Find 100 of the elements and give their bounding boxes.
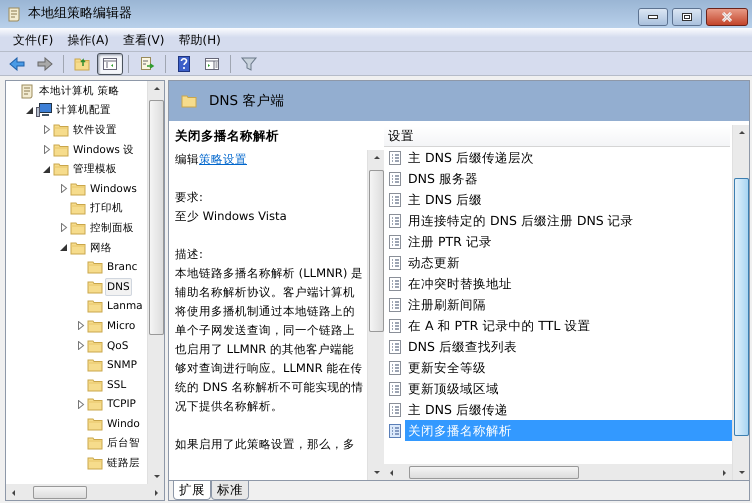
- scroll-right-icon: [153, 488, 160, 496]
- tree-item[interactable]: 链路层: [105, 454, 142, 472]
- setting-page-icon: [388, 212, 402, 228]
- vertical-scrollbar[interactable]: [732, 125, 749, 480]
- tree-item[interactable]: 本地计算机 策略: [37, 82, 122, 100]
- setting-item[interactable]: DNS 服务器: [405, 168, 732, 189]
- setting-item[interactable]: 在 A 和 PTR 记录中的 TTL 设置: [405, 315, 732, 336]
- setting-page-icon: [388, 234, 402, 250]
- scroll-up-icon: [372, 154, 380, 161]
- scrollbar-thumb[interactable]: [148, 100, 164, 335]
- horizontal-scrollbar[interactable]: [6, 484, 164, 500]
- tree-item[interactable]: Lanma: [105, 297, 145, 316]
- vertical-scrollbar[interactable]: [367, 150, 384, 480]
- view-tab[interactable]: 标准: [211, 481, 249, 500]
- setting-item[interactable]: 主 DNS 后缀传递层次: [405, 147, 732, 168]
- policy-scroll-icon: [19, 82, 35, 99]
- tree-item[interactable]: 控制面板: [88, 218, 136, 237]
- collapsed-arrow-icon[interactable]: [76, 341, 85, 350]
- setting-item[interactable]: 更新顶级域区域: [405, 378, 732, 399]
- setting-page-icon: [388, 338, 402, 354]
- tree-item[interactable]: 后台智: [105, 434, 142, 452]
- collapsed-arrow-icon[interactable]: [76, 400, 85, 409]
- expanded-arrow-icon[interactable]: [25, 106, 34, 115]
- folder-icon: [87, 376, 103, 393]
- policy-title: 关闭多播名称解析: [174, 127, 280, 145]
- collapsed-arrow-icon[interactable]: [42, 125, 51, 134]
- menu-item[interactable]: 操作(A): [60, 30, 116, 48]
- maximize-button[interactable]: [672, 8, 702, 26]
- tree-item[interactable]: SNMP: [105, 356, 139, 374]
- scrollbar-thumb[interactable]: [734, 178, 748, 436]
- setting-page-icon: [388, 192, 402, 208]
- menu-item[interactable]: 文件(F): [6, 30, 60, 48]
- tree-item[interactable]: 管理模板: [71, 160, 119, 178]
- folder-icon: [53, 161, 69, 178]
- pane-header-title: DNS 客户端: [209, 92, 284, 111]
- tree-item[interactable]: 打印机: [88, 199, 125, 218]
- folder-icon: [87, 278, 103, 295]
- scroll-up-icon: [152, 85, 160, 92]
- setting-page-icon: [388, 360, 402, 376]
- setting-item[interactable]: 主 DNS 后缀: [405, 189, 732, 210]
- tree-item[interactable]: TCPIP: [105, 395, 138, 414]
- setting-page-icon: [388, 422, 402, 438]
- export-list-icon: [139, 56, 155, 72]
- folder-icon: [87, 396, 103, 412]
- expanded-arrow-icon[interactable]: [59, 243, 68, 252]
- collapsed-arrow-icon[interactable]: [59, 184, 68, 194]
- setting-item[interactable]: DNS 后缀查找列表: [405, 336, 732, 357]
- minimize-icon: [648, 15, 658, 19]
- tree-item[interactable]: 软件设置: [71, 120, 119, 139]
- requirements-label: 要求:: [175, 188, 204, 206]
- description-label: 描述:: [175, 246, 204, 263]
- scroll-up-icon: [738, 129, 744, 136]
- toolbar-button[interactable]: [97, 52, 123, 74]
- setting-page-icon: [388, 150, 402, 166]
- collapsed-arrow-icon[interactable]: [76, 321, 85, 330]
- collapsed-arrow-icon[interactable]: [42, 145, 51, 154]
- tree-item[interactable]: 计算机配置: [54, 101, 113, 120]
- tree-item[interactable]: Micro: [105, 316, 138, 335]
- folder-icon: [87, 435, 103, 452]
- tree-item[interactable]: SSL: [105, 376, 128, 394]
- scroll-down-icon: [372, 469, 380, 476]
- scrollbar-thumb[interactable]: [33, 486, 87, 498]
- tree-item[interactable]: Branc: [105, 258, 140, 276]
- view-tab[interactable]: 扩展: [173, 481, 211, 500]
- horizontal-scrollbar[interactable]: [384, 464, 732, 480]
- scroll-right-icon: [721, 468, 728, 476]
- edit-policy-text: 编辑策略设置: [175, 150, 248, 168]
- setting-page-icon: [388, 296, 402, 312]
- folder-icon: [181, 94, 197, 108]
- close-button[interactable]: [706, 8, 748, 26]
- scrollbar-thumb[interactable]: [368, 170, 384, 332]
- filter-icon: [241, 56, 257, 72]
- minimize-button[interactable]: [638, 8, 668, 26]
- scrollbar-thumb[interactable]: [409, 466, 579, 478]
- setting-item[interactable]: 注册 PTR 记录: [405, 231, 732, 252]
- scroll-left-icon: [10, 488, 17, 496]
- tree-item[interactable]: Windows: [88, 180, 139, 198]
- folder-icon: [87, 298, 103, 314]
- setting-page-icon: [388, 380, 402, 396]
- menu-item[interactable]: 查看(V): [116, 30, 172, 48]
- setting-item[interactable]: 在冲突时替换地址: [405, 273, 732, 294]
- setting-item[interactable]: 动态更新: [405, 252, 732, 273]
- setting-page-icon: [388, 318, 402, 334]
- setting-item[interactable]: 注册刷新间隔: [405, 294, 732, 315]
- setting-item[interactable]: 更新安全等级: [405, 357, 732, 378]
- setting-item[interactable]: 用连接特定的 DNS 后缀注册 DNS 记录: [405, 210, 732, 231]
- setting-page-icon: [388, 170, 402, 186]
- tree-item[interactable]: QoS: [105, 336, 130, 355]
- vertical-scrollbar[interactable]: [147, 81, 164, 484]
- folder-icon: [70, 180, 86, 197]
- tree-item[interactable]: Windo: [105, 414, 142, 433]
- expanded-arrow-icon[interactable]: [42, 164, 51, 174]
- tree-item[interactable]: DNS: [105, 278, 132, 296]
- policy-settings-link[interactable]: 策略设置: [199, 152, 247, 166]
- menu-item[interactable]: 帮助(H): [171, 30, 228, 48]
- tree-item[interactable]: Windows 设: [71, 140, 136, 159]
- tree-item[interactable]: 网络: [88, 238, 114, 257]
- action-pane-icon: [204, 56, 220, 72]
- setting-item[interactable]: 主 DNS 后缀传递: [405, 399, 732, 420]
- collapsed-arrow-icon[interactable]: [59, 223, 68, 232]
